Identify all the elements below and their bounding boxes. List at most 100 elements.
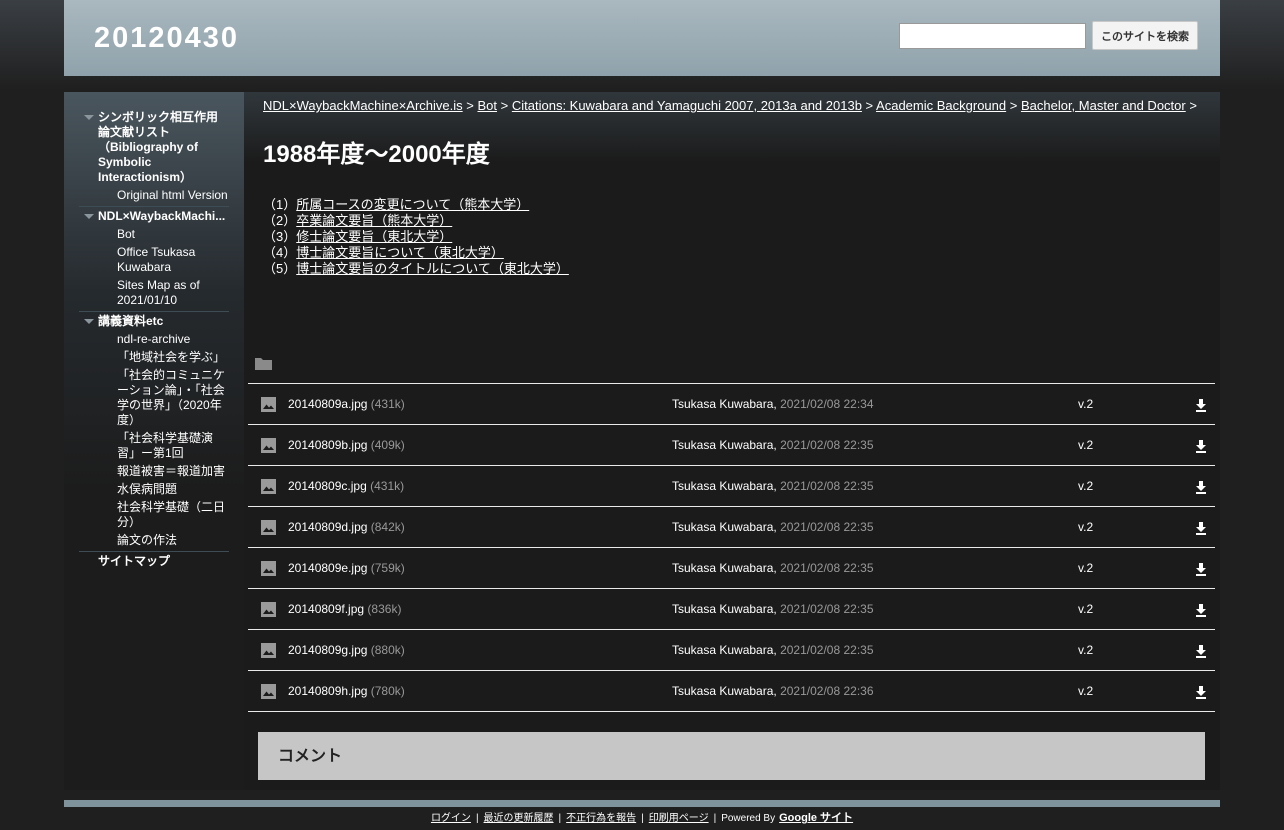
attachment-version-link[interactable]: v.2 [1078,643,1093,657]
attachment-date: 2021/02/08 22:35 [780,520,874,534]
image-file-icon [261,561,276,576]
attachment-version-link[interactable]: v.2 [1078,561,1093,575]
attachment-filename-link[interactable]: 20140809b.jpg [288,438,367,452]
download-arrow-icon[interactable] [1194,685,1208,699]
sidebar-subitem[interactable]: 「地域社会を学ぶ」 [117,349,229,367]
sidebar-item-sitemap[interactable]: サイトマップ [79,554,229,569]
site-title[interactable]: 20120430 [94,22,239,55]
sidebar-subitem[interactable]: 報道被害＝報道加害 [117,463,229,481]
download-arrow-icon[interactable] [1194,644,1208,658]
content-link[interactable]: 修士論文要旨（東北大学） [296,229,452,244]
attachment-filename-link[interactable]: 20140809d.jpg [288,520,367,534]
attachment-author: Tsukasa Kuwabara, [672,397,777,411]
attachment-date: 2021/02/08 22:35 [780,438,874,452]
download-arrow-icon[interactable] [1194,439,1208,453]
list-item: （3）修士論文要旨（東北大学） [263,229,453,244]
image-file-icon [261,520,276,535]
attachment-author: Tsukasa Kuwabara, [672,438,777,452]
attachment-filename-link[interactable]: 20140809f.jpg [288,602,364,616]
triangle-down-icon[interactable] [79,314,98,329]
content-link[interactable]: 博士論文要旨のタイトルについて（東北大学） [296,261,569,276]
image-file-icon [261,397,276,412]
sidebar-item-bibliography[interactable]: シンボリック相互作用論文献リスト（Bibliography of Symboli… [79,110,229,185]
breadcrumb-link[interactable]: Bot [478,98,498,113]
sidebar-group: 講義資料etc ndl-re-archive 「地域社会を学ぶ」 「社会的コミュ… [79,314,229,552]
image-file-icon [261,684,276,699]
image-file-icon [261,643,276,658]
sidebar-item-label[interactable]: NDL×WaybackMachi... [98,209,229,224]
attachment-filename-link[interactable]: 20140809a.jpg [288,397,367,411]
breadcrumb-link[interactable]: Citations: Kuwabara and Yamaguchi 2007, … [512,98,862,113]
breadcrumb-link[interactable]: Academic Background [876,98,1006,113]
attachment-filename-link[interactable]: 20140809e.jpg [288,561,367,575]
content-link[interactable]: 博士論文要旨について（東北大学） [296,245,504,260]
print-page-link[interactable]: 印刷用ページ [649,813,709,824]
sidebar-subitem[interactable]: Office Tsukasa Kuwabara [117,244,229,277]
breadcrumb-link[interactable]: Bachelor, Master and Doctor [1021,98,1186,113]
table-row: 20140809d.jpg (842k) Tsukasa Kuwabara, 20… [248,507,1215,548]
download-arrow-icon[interactable] [1194,480,1208,494]
content-link[interactable]: 所属コースの変更について（熊本大学） [296,197,529,212]
image-file-icon [261,438,276,453]
sidebar-subitem[interactable]: Original html Version [117,187,229,205]
attachment-version-link[interactable]: v.2 [1078,397,1093,411]
attachment-size: (842k) [370,520,405,534]
list-item: （1）所属コースの変更について（熊本大学） [263,197,530,212]
sidebar-item-label[interactable]: サイトマップ [98,554,229,569]
sidebar-subitem[interactable]: 社会科学基礎（二日分） [117,499,229,532]
attachment-version-link[interactable]: v.2 [1078,520,1093,534]
sidebar-subitem[interactable]: 論文の作法 [117,532,229,550]
attachment-version-link[interactable]: v.2 [1078,684,1093,698]
sidebar-subitem[interactable]: Bot [117,226,229,244]
download-arrow-icon[interactable] [1194,562,1208,576]
attachment-size: (836k) [367,602,402,616]
sidebar-subitem[interactable]: 「社会科学基礎演習」ー第1回 [117,430,229,463]
attachment-size: (431k) [370,397,405,411]
sidebar-subitem[interactable]: ndl-re-archive [117,331,229,349]
main-content: NDL×WaybackMachine×Archive.is > Bot > Ci… [244,92,1220,790]
search-button[interactable]: このサイトを検索 [1092,21,1198,50]
sidebar-item-label[interactable]: 講義資料etc [98,314,229,329]
download-arrow-icon[interactable] [1194,603,1208,617]
breadcrumb-link[interactable]: NDL×WaybackMachine×Archive.is [263,98,463,113]
image-file-icon [261,602,276,617]
login-link[interactable]: ログイン [431,813,471,824]
download-arrow-icon[interactable] [1194,398,1208,412]
attachment-size: (880k) [370,643,405,657]
sidebar-subitem[interactable]: Sites Map as of 2021/01/10 [117,277,229,310]
image-file-icon [261,479,276,494]
google-sites-link[interactable]: Google サイト [779,812,853,824]
triangle-down-icon[interactable] [79,209,98,224]
download-arrow-icon[interactable] [1194,521,1208,535]
attachment-author: Tsukasa Kuwabara, [672,684,777,698]
sidebar-subitem[interactable]: 水俣病問題 [117,481,229,499]
attachment-version-link[interactable]: v.2 [1078,438,1093,452]
attachment-author: Tsukasa Kuwabara, [672,602,777,616]
attachment-filename-link[interactable]: 20140809c.jpg [288,479,367,493]
triangle-down-icon[interactable] [79,110,98,125]
attachment-version-link[interactable]: v.2 [1078,602,1093,616]
attachment-filename-link[interactable]: 20140809g.jpg [288,643,367,657]
sidebar-item-label[interactable]: シンボリック相互作用論文献リスト（Bibliography of Symboli… [98,110,229,185]
attachment-date: 2021/02/08 22:34 [780,397,874,411]
attachment-author: Tsukasa Kuwabara, [672,643,777,657]
table-row: 20140809e.jpg (759k) Tsukasa Kuwabara, 20… [248,548,1215,589]
attachment-filename-link[interactable]: 20140809h.jpg [288,684,367,698]
folder-icon[interactable] [255,357,272,370]
content-link[interactable]: 卒業論文要旨（熊本大学） [296,213,452,228]
footer-bar [64,800,1220,807]
attachment-version-link[interactable]: v.2 [1078,479,1093,493]
attachment-size: (759k) [370,561,405,575]
sidebar-subitem[interactable]: 「社会的コミュニケーション論」・「社会学の世界」（2020年度） [117,367,229,430]
comments-section: コメント [258,732,1205,780]
sidebar-item-lecture-materials[interactable]: 講義資料etc [79,314,229,329]
search-input[interactable] [899,23,1086,49]
sidebar-nav: シンボリック相互作用論文献リスト（Bibliography of Symboli… [64,92,244,790]
report-abuse-link[interactable]: 不正行為を報告 [566,813,636,824]
breadcrumb: NDL×WaybackMachine×Archive.is > Bot > Ci… [263,98,1197,113]
sidebar-item-ndl-wayback[interactable]: NDL×WaybackMachi... [79,209,229,224]
page-title: 1988年度～2000年度 [263,141,490,168]
recent-activity-link[interactable]: 最近の更新履歴 [484,813,554,824]
attachment-size: (780k) [370,684,405,698]
attachment-size: (431k) [370,479,405,493]
